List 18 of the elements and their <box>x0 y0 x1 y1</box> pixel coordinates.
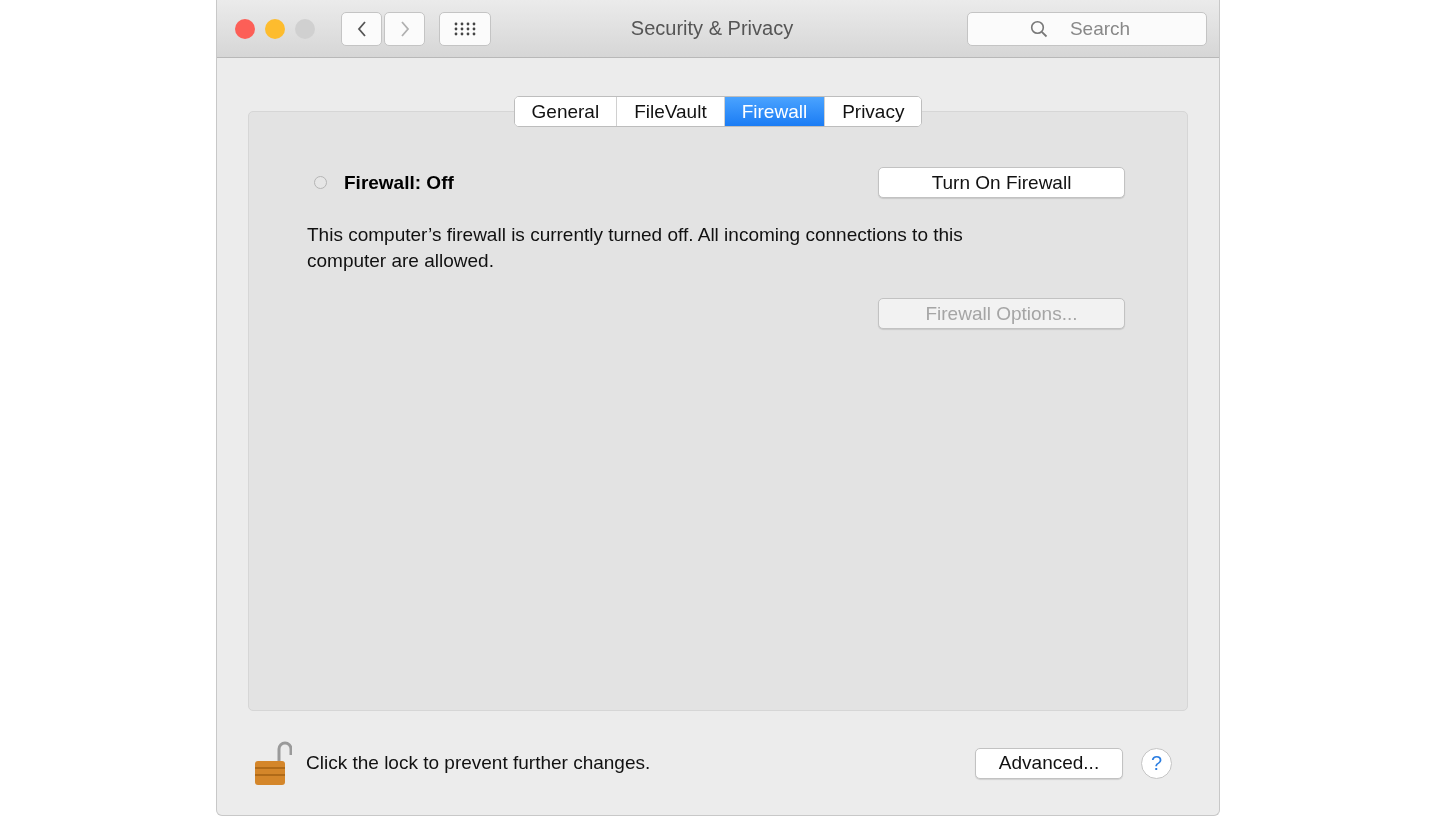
firewall-status: Firewall: Off <box>344 171 455 194</box>
turn-on-firewall-button[interactable]: Turn On Firewall <box>878 167 1125 198</box>
back-button[interactable] <box>341 11 382 46</box>
open-padlock-icon[interactable] <box>252 739 292 787</box>
search-icon <box>1030 19 1048 38</box>
firewall-description: This computer’s firewall is currently turned off. All incoming connections to this computer are allowed. <box>307 223 964 273</box>
close-button[interactable] <box>235 18 255 39</box>
advanced-button[interactable]: Advanced... <box>975 747 1123 779</box>
minimize-button[interactable] <box>265 18 285 39</box>
tab[interactable]: General <box>514 97 618 126</box>
chevron-left-icon <box>355 19 368 38</box>
help-button[interactable]: ? <box>1141 747 1172 779</box>
window-title: Security & Privacy <box>629 17 795 40</box>
chevron-right-icon <box>398 19 411 38</box>
show-all-button[interactable] <box>439 11 491 46</box>
lock-message: Click the lock to prevent further changes. <box>306 752 651 774</box>
search-field[interactable]: Search <box>967 11 1207 46</box>
grid-icon <box>454 21 476 36</box>
